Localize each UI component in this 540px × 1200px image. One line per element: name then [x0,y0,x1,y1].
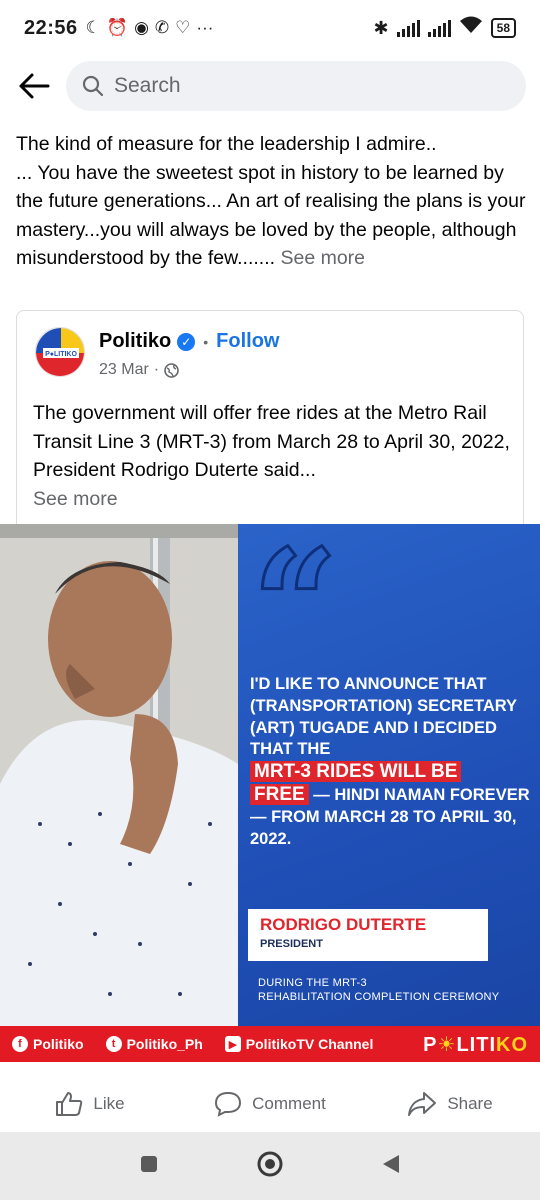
shared-post-text: The government will offer free rides at … [33,402,510,481]
post-text: The kind of measure for the leadership I… [16,133,526,269]
comment-label: Comment [252,1094,326,1113]
bluetooth-icon: ✱ [373,17,389,38]
share-icon [408,1092,437,1116]
shared-post-body: The government will offer free rides at … [33,399,513,513]
quote-highlight-2: FREE [250,783,309,805]
brand-p: P [423,1033,438,1056]
brand-ko: KO [496,1033,528,1056]
wifi-icon [459,16,483,40]
shared-post-header: P●LITIKO Politiko ✓ • Follow 23 Mar · [35,327,279,379]
post-actions: Like Comment Share [0,1076,540,1132]
messenger-icon: ◉ [134,18,149,37]
search-bar[interactable] [66,61,526,111]
youtube-icon: ▶ [224,1036,241,1052]
share-button[interactable]: Share [360,1091,540,1117]
page-name[interactable]: Politiko [99,330,171,353]
back-nav-button[interactable] [381,1153,401,1180]
notification-icons: ☾ ⏰ ◉ ✆ ♡ ··· [86,18,214,38]
search-header [0,56,540,116]
like-label: Like [93,1094,125,1113]
post-date[interactable]: 23 Mar [99,361,149,379]
follow-button[interactable]: Follow [216,330,279,353]
recents-button[interactable] [139,1154,159,1179]
home-icon [257,1151,283,1176]
post-body: The kind of measure for the leadership I… [16,130,526,273]
ceremony-caption: DURING THE MRT-3 REHABILITATION COMPLETI… [258,976,499,1004]
moon-icon: ☾ [85,18,101,37]
comment-icon [215,1091,242,1117]
like-button[interactable]: Like [0,1091,180,1117]
system-icons: ✱ 58 [374,16,516,40]
home-button[interactable] [256,1150,284,1183]
facebook-icon: f [12,1036,28,1052]
back-button[interactable] [14,66,54,106]
globe-icon [164,362,179,378]
social-facebook: Politiko [33,1036,84,1052]
quote-text: I'D LIKE TO ANNOUNCE THAT (TRANSPORTATIO… [250,674,532,850]
speaker-title: PRESIDENT [260,938,323,950]
ceremony-line-2: REHABILITATION COMPLETION CEREMONY [258,991,500,1003]
ceremony-line-1: DURING THE MRT-3 [258,977,367,989]
quote-panel: “ I'D LIKE TO ANNOUNCE THAT (TRANSPORTAT… [238,524,540,1026]
viber-icon: ✆ [154,18,170,37]
comment-button[interactable]: Comment [180,1091,360,1117]
speaker-box: RODRIGO DUTERTE PRESIDENT [248,909,488,961]
post-image[interactable]: “ I'D LIKE TO ANNOUNCE THAT (TRANSPORTAT… [0,524,540,1062]
politiko-brand: P☀LITIKO [423,1032,528,1057]
quote-part-1: I'D LIKE TO ANNOUNCE THAT (TRANSPORTATIO… [250,675,517,759]
sun-icon: ☀ [437,1033,457,1056]
shared-post-card[interactable]: P●LITIKO Politiko ✓ • Follow 23 Mar · Th… [16,310,524,524]
speaker-name: RODRIGO DUTERTE [260,915,427,934]
social-youtube: PolitikoTV Channel [245,1036,374,1052]
page-meta: Politiko ✓ • Follow 23 Mar · [99,327,279,379]
alarm-icon: ⏰ [106,18,129,37]
post-see-more[interactable]: See more [280,247,365,269]
like-icon [56,1092,83,1116]
system-nav-bar [0,1132,540,1200]
heart-icon: ♡ [175,18,191,37]
signal-icon-2 [427,19,451,37]
recents-icon [140,1155,157,1172]
separator-dot: • [203,333,209,350]
verified-icon: ✓ [177,332,196,351]
photo-of-speaker [0,524,238,1026]
politiko-logo: P●LITIKO [36,328,84,376]
quote-highlight-1: MRT-3 RIDES WILL BE [250,761,462,783]
social-bar: f Politiko t Politiko_Ph ▶ PolitikoTV Ch… [0,1026,540,1062]
back-arrow-icon [19,73,50,99]
share-label: Share [447,1094,493,1113]
separator-dot: · [153,361,160,378]
social-twitter: Politiko_Ph [126,1036,203,1052]
search-input[interactable] [114,74,414,98]
page-avatar[interactable]: P●LITIKO [35,327,85,377]
twitter-icon: t [105,1036,122,1052]
svg-text:P●LITIKO: P●LITIKO [45,351,77,358]
quote-mark-icon: “ [250,524,339,693]
back-icon [383,1154,400,1173]
status-time: 22:56 [24,16,78,39]
more-notifications-icon: ··· [196,18,214,37]
brand-liti: LITI [456,1033,496,1056]
status-bar: 22:56 ☾ ⏰ ◉ ✆ ♡ ··· ✱ 58 [0,0,540,56]
shared-see-more[interactable]: See more [33,488,118,510]
battery-icon: 58 [490,18,516,38]
search-icon [82,75,104,97]
signal-icon [396,19,420,37]
